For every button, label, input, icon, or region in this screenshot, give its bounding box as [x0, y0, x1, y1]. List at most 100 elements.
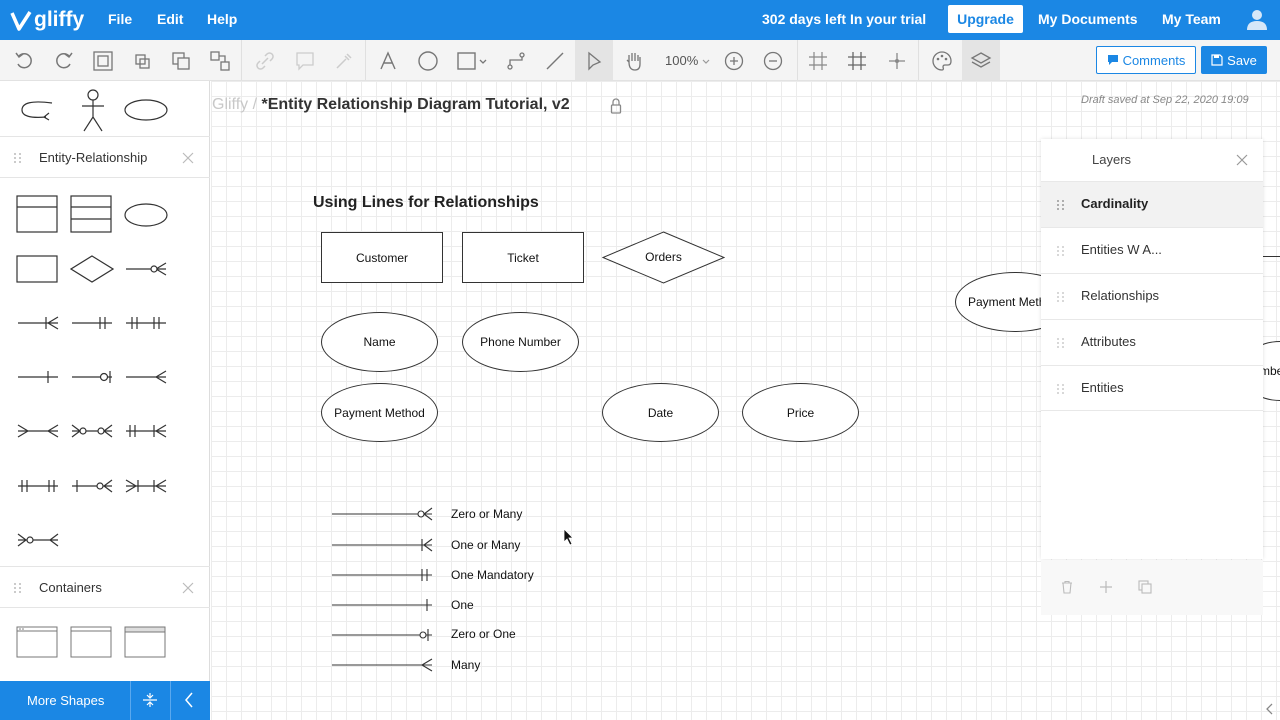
shape-relationship-diamond[interactable]: [70, 255, 114, 283]
document-title[interactable]: *Entity Relationship Diagram Tutorial, v…: [262, 96, 570, 113]
chevron-down-icon[interactable]: [477, 50, 489, 72]
menu-edit[interactable]: Edit: [157, 11, 183, 27]
shape-container-titled[interactable]: [124, 626, 166, 658]
shape-ellipse[interactable]: [124, 99, 168, 121]
shape-line-one-zeromany[interactable]: [70, 474, 114, 498]
eyedropper-icon[interactable]: [333, 50, 355, 72]
pointer-tool-icon[interactable]: [583, 50, 605, 72]
save-button[interactable]: Save: [1201, 46, 1267, 74]
line-tool-icon[interactable]: [544, 50, 566, 72]
drag-handle-icon[interactable]: [1056, 291, 1066, 303]
zoom-out-icon[interactable]: [762, 50, 784, 72]
menu-file[interactable]: File: [108, 11, 132, 27]
layer-item-entities[interactable]: Entities: [1041, 365, 1263, 411]
group-icon[interactable]: [92, 50, 114, 72]
cardinality-legend-lines[interactable]: [330, 504, 436, 676]
drag-handle-icon[interactable]: [1056, 199, 1066, 211]
layer-item-relationships[interactable]: Relationships: [1041, 273, 1263, 319]
comment-add-icon[interactable]: [294, 50, 316, 72]
attribute-name[interactable]: Name: [321, 312, 438, 372]
close-icon[interactable]: [1236, 154, 1248, 166]
diagram-section-title[interactable]: Using Lines for Relationships: [313, 194, 539, 212]
add-layer-icon[interactable]: [1099, 580, 1113, 594]
zoom-level[interactable]: 100%: [665, 53, 698, 68]
drag-handle-icon[interactable]: [13, 582, 23, 594]
attribute-payment-method[interactable]: Payment Method: [321, 383, 438, 442]
shape-line-many[interactable]: [124, 365, 168, 389]
ellipse-tool-icon[interactable]: [417, 50, 439, 72]
connector-tool-icon[interactable]: [505, 50, 527, 72]
attribute-price[interactable]: Price: [742, 383, 859, 442]
legend-one-or-many[interactable]: One or Many: [451, 538, 520, 552]
legend-many[interactable]: Many: [451, 658, 480, 672]
shape-line-mandatory-mandatory[interactable]: [16, 474, 60, 498]
shape-line-one-mandatory[interactable]: [70, 311, 114, 335]
panel-entity-relationship-header[interactable]: Entity-Relationship: [0, 136, 210, 178]
drag-handle-icon[interactable]: [1056, 337, 1066, 349]
grid-icon[interactable]: [846, 50, 868, 72]
my-documents-link[interactable]: My Documents: [1038, 11, 1138, 27]
drag-handle-icon[interactable]: [13, 152, 23, 164]
attribute-phone-number[interactable]: Phone Number: [462, 312, 579, 372]
entity-ticket[interactable]: Ticket: [462, 232, 584, 283]
upgrade-button[interactable]: Upgrade: [948, 5, 1023, 33]
shape-line-one[interactable]: [16, 365, 60, 389]
chevron-left-icon[interactable]: [183, 692, 195, 708]
shape-line-many-many[interactable]: [16, 419, 60, 443]
legend-zero-or-one[interactable]: Zero or One: [451, 627, 516, 641]
legend-one[interactable]: One: [451, 598, 474, 612]
guides-icon[interactable]: [886, 50, 908, 72]
shape-line-zero-one[interactable]: [70, 365, 114, 389]
bring-forward-icon[interactable]: [131, 50, 153, 72]
hand-tool-icon[interactable]: [623, 50, 645, 72]
gliffy-logo[interactable]: gliffy: [10, 7, 84, 33]
shape-line-zeromany-zeromany[interactable]: [70, 419, 114, 443]
shape-attribute-ellipse[interactable]: [124, 203, 168, 227]
menu-help[interactable]: Help: [207, 11, 237, 27]
close-icon[interactable]: [182, 152, 194, 164]
shape-actor[interactable]: [78, 89, 108, 133]
relationship-orders[interactable]: Orders: [602, 231, 725, 284]
layers-icon[interactable]: [970, 50, 992, 72]
legend-zero-or-many[interactable]: Zero or Many: [451, 507, 522, 521]
drag-handle-icon[interactable]: [1056, 383, 1066, 395]
text-tool-icon[interactable]: [377, 50, 399, 72]
comments-button[interactable]: Comments: [1096, 46, 1196, 74]
zoom-chevron-icon[interactable]: [701, 50, 711, 72]
panel-containers-header[interactable]: Containers: [0, 566, 210, 608]
collapse-panels-icon[interactable]: [142, 692, 158, 708]
trash-icon[interactable]: [1060, 580, 1074, 594]
connector-line-stub[interactable]: [1263, 256, 1280, 257]
shape-line-mandatory-many[interactable]: [124, 419, 168, 443]
layer-item-entities-w-attributes[interactable]: Entities W A...: [1041, 227, 1263, 273]
zoom-in-icon[interactable]: [723, 50, 745, 72]
shape-entity[interactable]: [16, 255, 58, 283]
drag-handle-icon[interactable]: [1056, 245, 1066, 257]
shape-line-many-onemany[interactable]: [124, 474, 168, 498]
shape-line-zeromany-many[interactable]: [16, 528, 60, 552]
shape-container-plain[interactable]: [70, 626, 112, 658]
redo-icon[interactable]: [53, 50, 75, 72]
snap-to-grid-icon[interactable]: [807, 50, 829, 72]
shape-arrow-return[interactable]: [18, 97, 58, 123]
shape-entity-list[interactable]: [70, 195, 112, 233]
attribute-date[interactable]: Date: [602, 383, 719, 442]
arrange-icon[interactable]: [209, 50, 231, 72]
undo-icon[interactable]: [13, 50, 35, 72]
entity-customer[interactable]: Customer: [321, 232, 443, 283]
my-team-link[interactable]: My Team: [1162, 11, 1221, 27]
more-shapes-button[interactable]: More Shapes: [27, 693, 104, 708]
link-icon[interactable]: [254, 50, 276, 72]
rectangle-tool-icon[interactable]: [456, 50, 478, 72]
shape-entity-attributes[interactable]: [16, 195, 58, 233]
theme-palette-icon[interactable]: [931, 50, 953, 72]
breadcrumb-root[interactable]: Gliffy /: [212, 96, 257, 113]
duplicate-layer-icon[interactable]: [1138, 580, 1152, 594]
legend-one-mandatory[interactable]: One Mandatory: [451, 568, 534, 582]
chevron-left-icon[interactable]: [1264, 702, 1276, 716]
layer-item-cardinality[interactable]: Cardinality: [1041, 181, 1263, 227]
user-avatar-icon[interactable]: [1246, 8, 1268, 30]
shape-line-zero-many[interactable]: [124, 257, 168, 281]
shape-line-one-many[interactable]: [16, 311, 60, 335]
shape-container-window[interactable]: [16, 626, 58, 658]
